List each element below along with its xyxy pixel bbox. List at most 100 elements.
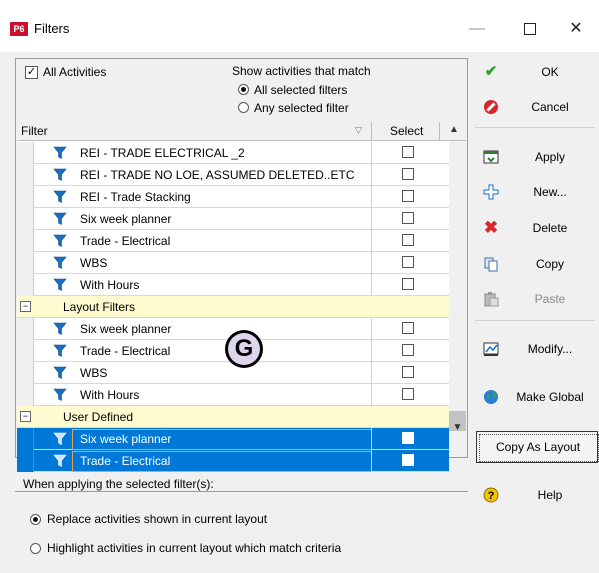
delete-button[interactable]: ✖ Delete: [473, 212, 597, 244]
column-header-select[interactable]: Select: [390, 124, 423, 138]
column-header-filter[interactable]: Filter: [21, 124, 48, 138]
row-indent: [17, 142, 34, 164]
highlight-activities-label: Highlight activities in current layout w…: [47, 541, 342, 555]
filter-row[interactable]: With Hours: [17, 384, 449, 406]
filter-name: Trade - Electrical: [80, 454, 171, 468]
ok-button[interactable]: ✔ OK: [473, 56, 597, 88]
filter-row[interactable]: REI - Trade Stacking: [17, 186, 449, 208]
modify-icon: [483, 341, 499, 357]
paste-button[interactable]: Paste: [473, 283, 597, 315]
all-activities-checkbox[interactable]: ✓: [25, 66, 38, 79]
row-indent: [17, 186, 34, 208]
select-checkbox[interactable]: [402, 432, 414, 444]
match-all-radio[interactable]: [238, 84, 249, 95]
match-any-radio[interactable]: [238, 102, 249, 113]
column-divider: [439, 122, 440, 141]
filter-row[interactable]: Trade - Electrical: [17, 450, 449, 472]
group-label: User Defined: [63, 410, 134, 424]
select-checkbox[interactable]: [402, 146, 414, 158]
filter-name: REI - TRADE NO LOE, ASSUMED DELETED..ETC: [80, 168, 355, 182]
filter-name: WBS: [80, 366, 108, 380]
select-checkbox[interactable]: [402, 344, 414, 356]
select-checkbox[interactable]: [402, 278, 414, 290]
row-indent: [17, 252, 34, 274]
modify-button[interactable]: Modify...: [473, 333, 597, 365]
highlight-activities-radio[interactable]: [30, 543, 41, 554]
funnel-icon: [53, 190, 67, 204]
new-button[interactable]: New...: [473, 176, 597, 208]
row-indent: [17, 208, 34, 230]
match-any-label: Any selected filter: [254, 101, 349, 115]
filter-row[interactable]: REI - TRADE NO LOE, ASSUMED DELETED..ETC: [17, 164, 449, 186]
help-button[interactable]: ? Help: [473, 479, 597, 511]
group-label: Layout Filters: [63, 300, 136, 314]
filter-row[interactable]: Six week planner: [17, 428, 449, 450]
vertical-scrollbar[interactable]: [449, 141, 466, 435]
replace-activities-radio[interactable]: [30, 514, 41, 525]
row-indent: [17, 164, 34, 186]
funnel-icon: [53, 168, 67, 182]
funnel-icon: [53, 322, 67, 336]
filter-name: Trade - Electrical: [80, 344, 171, 358]
group-row[interactable]: − Layout Filters: [17, 296, 449, 318]
copy-button[interactable]: Copy: [473, 248, 597, 280]
collapse-toggle-icon[interactable]: −: [20, 411, 31, 422]
p6-logo: P6: [10, 22, 28, 36]
scroll-up-icon[interactable]: ▲: [449, 124, 459, 135]
column-divider: [371, 252, 372, 274]
select-checkbox[interactable]: [402, 168, 414, 180]
sort-icon[interactable]: ▽: [355, 125, 362, 136]
apply-button[interactable]: Apply: [473, 141, 597, 173]
filter-row[interactable]: Trade - Electrical: [17, 230, 449, 252]
filter-name: Six week planner: [80, 322, 172, 336]
filter-row[interactable]: Six week planner: [17, 208, 449, 230]
filter-name: With Hours: [80, 278, 140, 292]
column-divider: [371, 164, 372, 186]
row-indent: [17, 230, 34, 252]
filter-row[interactable]: WBS: [17, 362, 449, 384]
select-checkbox[interactable]: [402, 388, 414, 400]
row-indent: [17, 428, 34, 450]
row-indent: [17, 362, 34, 384]
select-checkbox[interactable]: [402, 234, 414, 246]
make-global-button[interactable]: Make Global: [473, 381, 597, 413]
scroll-down-icon[interactable]: ▼: [449, 422, 466, 433]
filter-row[interactable]: With Hours: [17, 274, 449, 296]
minimize-button[interactable]: —: [454, 14, 500, 44]
column-divider: [371, 122, 372, 141]
svg-text:?: ?: [488, 490, 495, 502]
group-row[interactable]: − User Defined: [17, 406, 449, 428]
filter-name: REI - TRADE ELECTRICAL _2: [80, 146, 245, 160]
row-indent: [17, 450, 34, 472]
select-checkbox[interactable]: [402, 454, 414, 466]
maximize-button[interactable]: [507, 14, 553, 44]
filter-row[interactable]: WBS: [17, 252, 449, 274]
filter-name: Six week planner: [80, 432, 172, 446]
funnel-icon: [53, 256, 67, 270]
divider: [475, 320, 595, 321]
all-activities-label: All Activities: [43, 65, 107, 79]
filter-row[interactable]: REI - TRADE ELECTRICAL _2: [17, 142, 449, 164]
g-logo-icon: G: [225, 330, 263, 368]
filter-name: WBS: [80, 256, 108, 270]
collapse-toggle-icon[interactable]: −: [20, 301, 31, 312]
show-match-label: Show activities that match: [232, 64, 371, 78]
row-indent: [17, 274, 34, 296]
column-divider: [371, 142, 372, 164]
select-checkbox[interactable]: [402, 366, 414, 378]
cancel-button[interactable]: Cancel: [473, 91, 597, 123]
filter-name: Six week planner: [80, 212, 172, 226]
funnel-icon: [53, 366, 67, 380]
select-checkbox[interactable]: [402, 256, 414, 268]
paste-icon: [483, 291, 499, 307]
copy-as-layout-button[interactable]: Copy As Layout: [476, 431, 599, 463]
select-checkbox[interactable]: [402, 212, 414, 224]
filter-name: Trade - Electrical: [80, 234, 171, 248]
copy-icon: [483, 256, 499, 272]
column-divider: [371, 450, 372, 472]
select-checkbox[interactable]: [402, 190, 414, 202]
divider: [15, 491, 468, 492]
close-button[interactable]: ✕: [553, 14, 599, 44]
divider: [475, 127, 595, 128]
select-checkbox[interactable]: [402, 322, 414, 334]
